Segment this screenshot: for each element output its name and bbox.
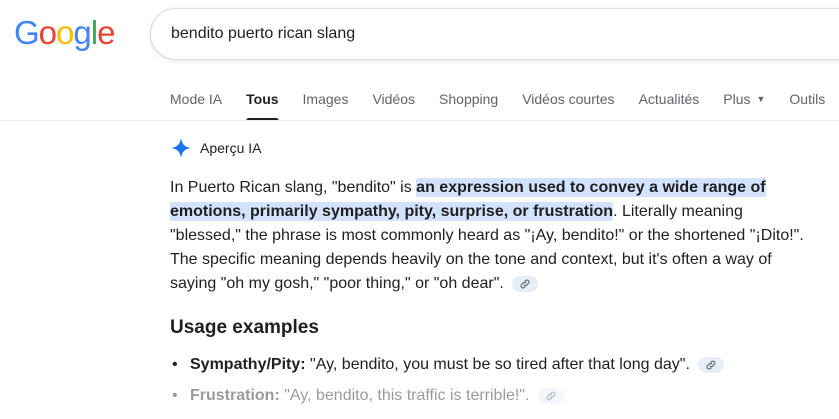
source-link-chip[interactable] [512, 276, 539, 292]
tab-videos-courtes[interactable]: Vidéos courtes [522, 78, 614, 121]
search-input[interactable] [171, 25, 771, 43]
tab-label: Vidéos courtes [522, 91, 615, 107]
tabs-divider [0, 120, 839, 121]
usage-examples-list: Sympathy/Pity: "Ay, bendito, you must be… [170, 353, 810, 415]
source-link-chip[interactable] [537, 388, 564, 404]
search-box[interactable] [150, 8, 839, 60]
tab-images[interactable]: Images [303, 78, 349, 121]
example-term: Frustration: [190, 387, 280, 404]
tab-actualites[interactable]: Actualités [639, 78, 700, 121]
source-link-chip[interactable] [698, 357, 725, 373]
search-tabs: Mode IA Tous Images Vidéos Shopping Vidé… [170, 78, 839, 121]
tab-plus[interactable]: Plus ▼ [723, 78, 765, 121]
list-item: Frustration: "Ay, bendito, this traffic … [170, 384, 810, 408]
ai-overview-label: Aperçu IA [200, 140, 262, 156]
tab-label: Outils [789, 91, 826, 107]
ai-answer-paragraph: In Puerto Rican slang, "bendito" is an e… [170, 176, 810, 296]
tab-label: Tous [246, 91, 279, 107]
tab-outils[interactable]: Outils [789, 78, 825, 121]
example-text: "Ay, bendito, you must be so tired after… [305, 356, 690, 373]
tab-label: Images [302, 91, 349, 107]
logo-letter: e [97, 14, 115, 51]
link-icon [706, 360, 716, 370]
tab-shopping[interactable]: Shopping [439, 78, 498, 121]
sparkle-icon [170, 137, 192, 159]
tab-label: Actualités [638, 91, 700, 107]
usage-examples-heading: Usage examples [170, 317, 319, 338]
list-item: Sympathy/Pity: "Ay, bendito, you must be… [170, 353, 810, 377]
example-text: "Ay, bendito, this traffic is terrible!"… [279, 387, 530, 404]
example-term: Sympathy/Pity: [190, 356, 306, 373]
link-icon [546, 391, 556, 401]
logo-letter: o [56, 14, 74, 51]
tab-label: Plus [723, 91, 751, 107]
google-logo[interactable]: Google [14, 14, 115, 51]
tab-label: Shopping [439, 91, 499, 107]
logo-letter: o [38, 14, 57, 51]
tab-tous[interactable]: Tous [246, 78, 279, 121]
logo-letter: G [14, 14, 40, 51]
caret-down-icon: ▼ [756, 94, 766, 104]
logo-letter: g [73, 14, 91, 51]
tab-label: Mode IA [170, 91, 223, 107]
link-icon [520, 279, 530, 289]
tab-videos[interactable]: Vidéos [372, 78, 415, 121]
tab-label: Vidéos [372, 91, 416, 107]
ai-overview-header: Aperçu IA [170, 137, 261, 159]
answer-text: In Puerto Rican slang, "bendito" is [170, 179, 417, 196]
tab-mode-ia[interactable]: Mode IA [170, 78, 222, 121]
